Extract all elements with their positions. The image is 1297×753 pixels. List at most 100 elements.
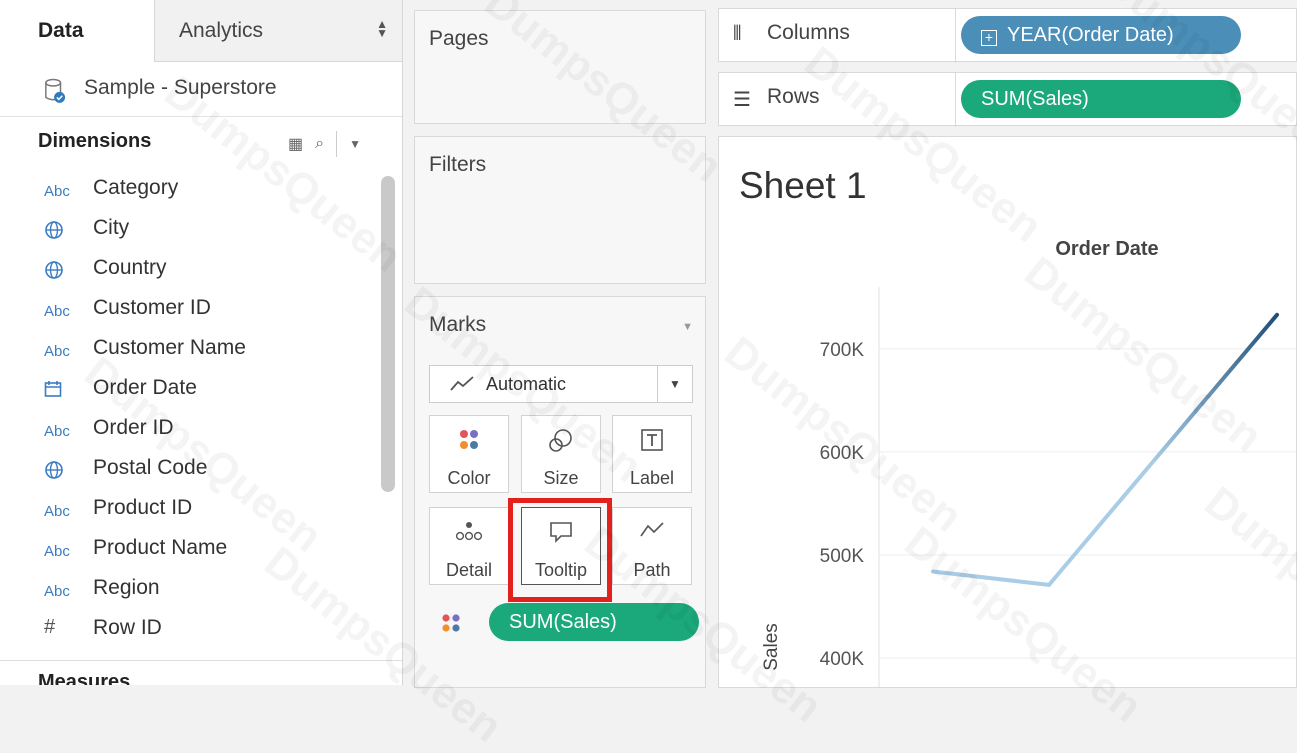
dimension-field[interactable]: Abc Product ID bbox=[0, 490, 380, 530]
tab-analytics-label: Analytics bbox=[179, 18, 264, 42]
sum-sales-pill[interactable]: SUM(Sales) bbox=[961, 80, 1241, 118]
dimension-field-label: Region bbox=[93, 576, 160, 599]
sales-line-segment bbox=[1047, 312, 1279, 587]
measures-header: Measures bbox=[38, 671, 131, 685]
divider bbox=[336, 131, 338, 157]
dimension-field[interactable]: Abc Category bbox=[0, 170, 380, 210]
measures-section: Measures bbox=[0, 660, 402, 685]
marks-detail-button[interactable]: Detail bbox=[429, 507, 509, 585]
dimension-field-label: Postal Code bbox=[93, 456, 208, 479]
abc-icon: Abc bbox=[44, 423, 70, 440]
sort-arrows-icon: ▲ ▼ bbox=[376, 17, 388, 40]
tab-analytics[interactable]: Analytics ▲ ▼ bbox=[154, 0, 402, 62]
dimension-field[interactable]: Order Date bbox=[0, 370, 380, 410]
marks-color-button[interactable]: Color bbox=[429, 415, 509, 493]
dimension-field[interactable]: Abc Customer Name bbox=[0, 330, 380, 370]
scrollbar[interactable] bbox=[381, 176, 395, 492]
size-label: Size bbox=[543, 468, 579, 488]
dimension-field[interactable]: # Row ID bbox=[0, 610, 380, 650]
dimension-field-label: Country bbox=[93, 256, 167, 279]
expand-plus-icon: + bbox=[981, 30, 997, 46]
abc-icon: Abc bbox=[44, 183, 70, 200]
menu-dropdown-icon[interactable]: ▼ bbox=[349, 137, 361, 151]
search-icon[interactable]: ⌕ bbox=[315, 135, 324, 153]
tooltip-label: Tooltip bbox=[534, 560, 588, 580]
dimension-field[interactable]: Abc Order ID bbox=[0, 410, 380, 450]
text-label-icon bbox=[641, 429, 663, 451]
dimension-field[interactable]: Abc Product Name bbox=[0, 530, 380, 570]
worksheet-view: Sheet 1 Order Date 400K 500K 600K 700K Sales bbox=[718, 136, 1297, 688]
dimension-field-label: City bbox=[93, 216, 130, 239]
y-axis-title: Sales bbox=[761, 623, 782, 671]
globe-icon bbox=[44, 460, 74, 483]
marks-card: Marks ▼ Automatic ▼ Color Size Label Det… bbox=[414, 296, 706, 688]
dimension-field-label: Category bbox=[93, 176, 179, 199]
tab-data[interactable]: Data bbox=[0, 0, 154, 62]
abc-icon: Abc bbox=[44, 583, 70, 600]
dimension-field-label: Order ID bbox=[93, 416, 174, 439]
marks-path-button[interactable]: Path bbox=[612, 507, 692, 585]
label-label: Label bbox=[629, 468, 675, 488]
dimensions-toolbar: ▦ ⌕ ▼ bbox=[288, 131, 361, 157]
dimension-field-label: Product Name bbox=[93, 536, 228, 559]
sales-line-segment bbox=[931, 569, 1051, 587]
dimension-field[interactable]: Abc Region bbox=[0, 570, 380, 610]
marks-tooltip-button[interactable]: Tooltip bbox=[521, 507, 601, 585]
pages-title: Pages bbox=[429, 27, 489, 50]
dimension-field-label: Customer Name bbox=[93, 336, 246, 359]
rows-label: Rows bbox=[767, 85, 820, 108]
marks-menu-icon[interactable]: ▼ bbox=[682, 321, 693, 333]
dimension-field[interactable]: Postal Code bbox=[0, 450, 380, 490]
dimension-field-list: Abc Category City Country Abc Customer ID Abc C… bbox=[0, 170, 380, 650]
dimensions-header: Dimensions bbox=[38, 130, 152, 152]
marks-title: Marks bbox=[429, 313, 487, 336]
marks-label-button[interactable]: Label bbox=[612, 415, 692, 493]
columns-label: Columns bbox=[767, 21, 850, 44]
database-icon bbox=[45, 78, 66, 103]
divider bbox=[955, 73, 956, 127]
abc-icon: Abc bbox=[44, 503, 70, 520]
year-order-date-pill[interactable]: + YEAR(Order Date) bbox=[961, 16, 1241, 54]
dimension-field-label: Order Date bbox=[93, 376, 197, 399]
tab-data-label: Data bbox=[38, 19, 84, 42]
divider bbox=[955, 9, 956, 63]
dimension-field[interactable]: City bbox=[0, 210, 380, 250]
marks-field-row: SUM(Sales) bbox=[429, 603, 699, 643]
line-mark-icon bbox=[450, 376, 474, 391]
columns-shelf: ⫴ Columns + YEAR(Order Date) bbox=[718, 8, 1297, 63]
marks-sum-sales-pill[interactable]: SUM(Sales) bbox=[489, 603, 699, 641]
datasource-row[interactable]: Sample - Superstore bbox=[0, 62, 402, 117]
filters-card[interactable]: Filters bbox=[414, 136, 706, 284]
abc-icon: Abc bbox=[44, 543, 70, 560]
abc-icon: Abc bbox=[44, 343, 70, 360]
dimension-field-label: Customer ID bbox=[93, 296, 211, 319]
tooltip-icon bbox=[550, 522, 572, 543]
size-icon bbox=[549, 429, 572, 452]
rows-icon: ☰ bbox=[733, 89, 751, 111]
calendar-icon bbox=[44, 380, 74, 401]
data-pane: Data Analytics ▲ ▼ Sample - Superstore Di… bbox=[0, 0, 403, 685]
abc-icon: Abc bbox=[44, 303, 70, 320]
column-header-label: Order Date bbox=[1055, 238, 1158, 260]
line-chart: Order Date 400K 500K 600K 700K Sales bbox=[761, 238, 1296, 687]
y-tick-label: 600K bbox=[820, 443, 865, 464]
view-list-icon[interactable]: ▦ bbox=[288, 134, 303, 154]
dimension-field[interactable]: Country bbox=[0, 250, 380, 290]
detail-icon bbox=[455, 522, 483, 541]
dimension-field-label: Product ID bbox=[93, 496, 193, 519]
y-tick-label: 500K bbox=[820, 546, 865, 567]
chevron-down-icon: ▼ bbox=[657, 366, 692, 402]
mark-type-dropdown[interactable]: Automatic ▼ bbox=[429, 365, 693, 403]
hash-icon: # bbox=[44, 616, 56, 638]
columns-pill-label: YEAR(Order Date) bbox=[1007, 24, 1174, 46]
color-icon bbox=[460, 430, 478, 449]
y-tick-label: 700K bbox=[820, 340, 865, 361]
path-label: Path bbox=[633, 560, 671, 580]
marks-size-button[interactable]: Size bbox=[521, 415, 601, 493]
rows-shelf: ☰ Rows SUM(Sales) bbox=[718, 72, 1297, 127]
globe-icon bbox=[44, 260, 74, 283]
filters-title: Filters bbox=[429, 153, 487, 176]
datasource-name: Sample - Superstore bbox=[84, 76, 277, 99]
dimension-field[interactable]: Abc Customer ID bbox=[0, 290, 380, 330]
pages-card[interactable]: Pages bbox=[414, 10, 706, 124]
